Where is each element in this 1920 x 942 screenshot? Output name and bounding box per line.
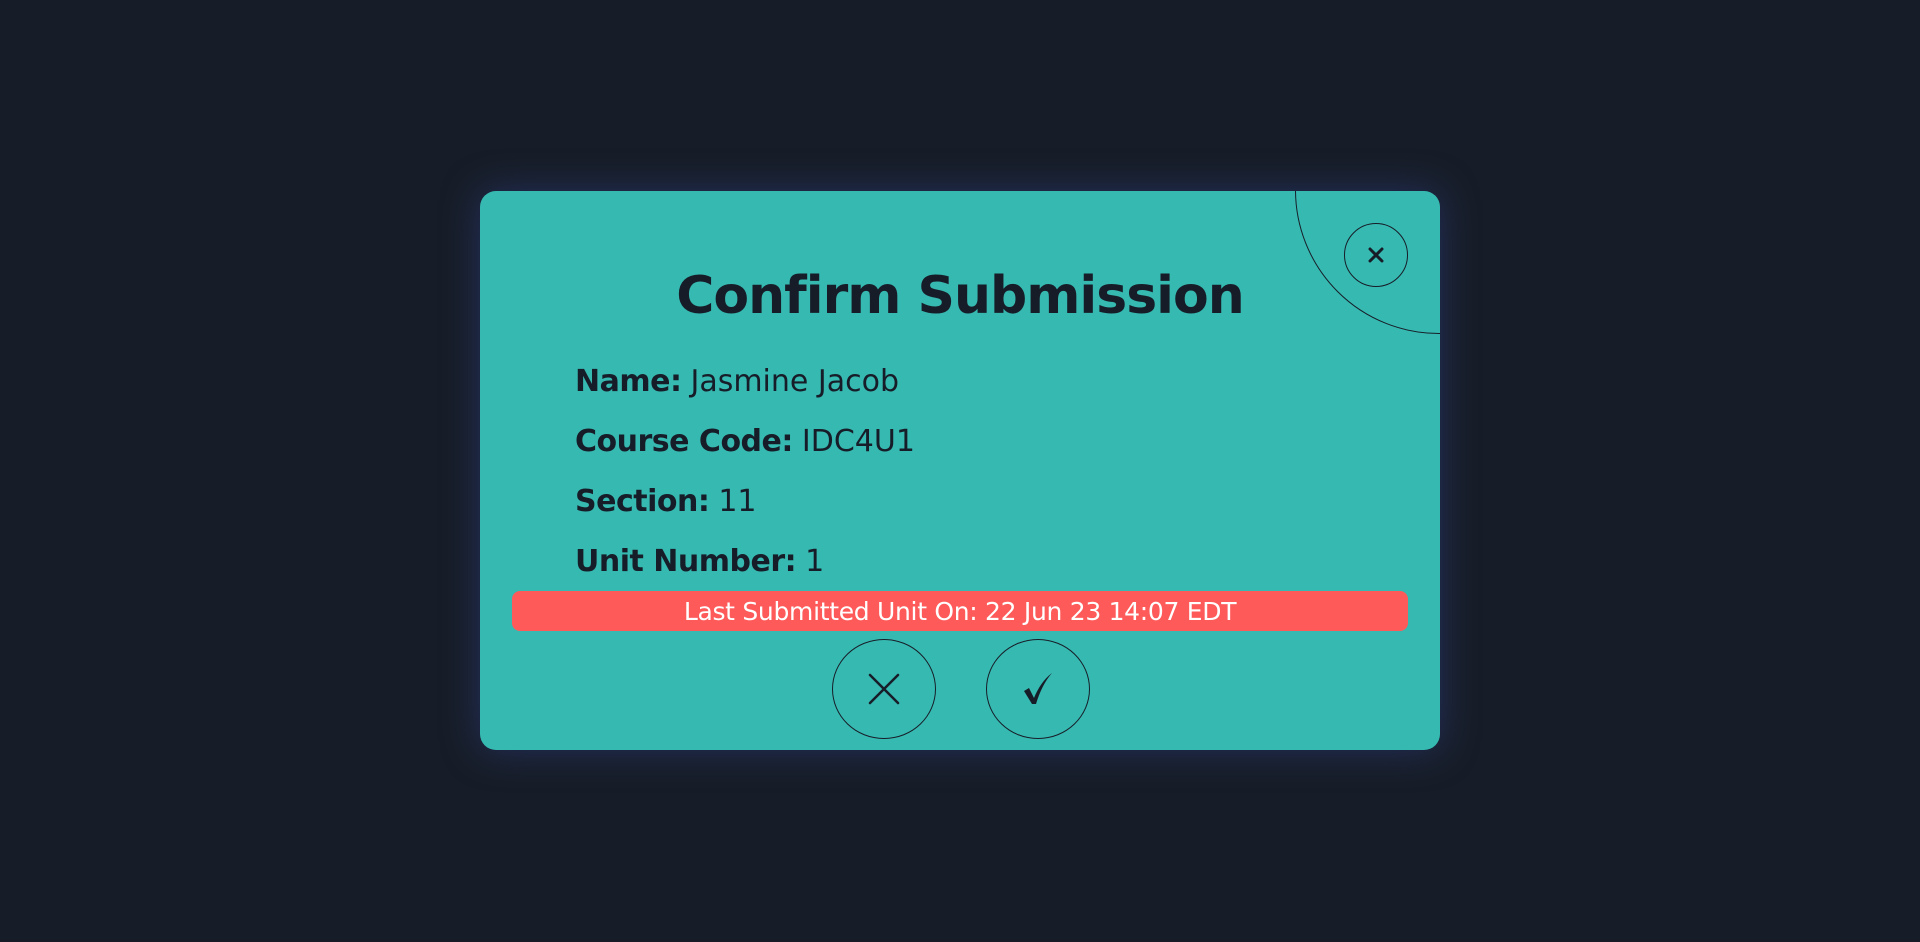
dialog-title: Confirm Submission	[676, 266, 1244, 326]
unit-number-row: Unit Number: 1	[575, 531, 915, 591]
name-value: Jasmine Jacob	[690, 363, 900, 399]
course-code-label: Course Code:	[575, 423, 793, 459]
check-icon	[1024, 673, 1052, 704]
section-label: Section:	[575, 483, 710, 519]
name-row: Name: Jasmine Jacob	[575, 351, 915, 411]
confirm-button[interactable]	[986, 639, 1090, 739]
section-value: 11	[718, 483, 757, 519]
last-submitted-banner: Last Submitted Unit On: 22 Jun 23 14:07 …	[512, 591, 1408, 631]
name-label: Name:	[575, 363, 682, 399]
course-code-row: Course Code: IDC4U1	[575, 411, 915, 471]
confirm-submission-dialog: Confirm Submission Name: Jasmine Jacob C…	[480, 191, 1440, 750]
submission-details: Name: Jasmine Jacob Course Code: IDC4U1 …	[575, 351, 915, 591]
unit-number-value: 1	[805, 543, 825, 579]
cancel-button[interactable]	[832, 639, 936, 739]
course-code-value: IDC4U1	[801, 423, 915, 459]
x-icon	[868, 673, 900, 705]
section-row: Section: 11	[575, 471, 915, 531]
unit-number-label: Unit Number:	[575, 543, 797, 579]
